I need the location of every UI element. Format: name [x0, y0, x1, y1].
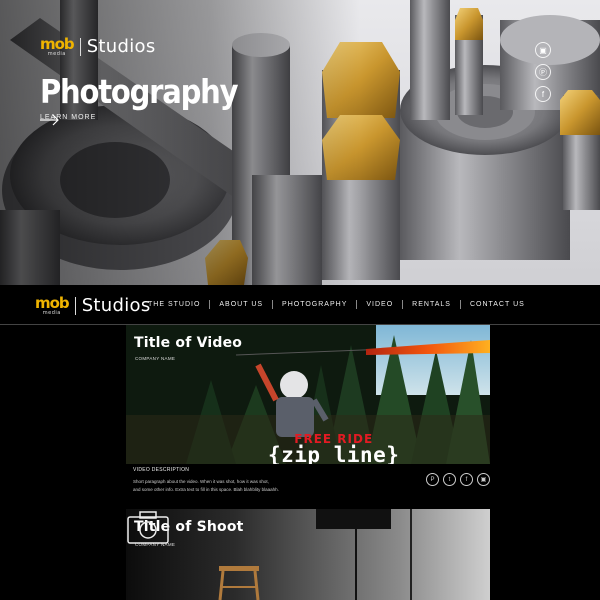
- video-description: VIDEO DESCRIPTION Short paragraph about …: [133, 467, 413, 494]
- video-description-line: and some other info. Extra text to fill …: [133, 487, 279, 492]
- nav-logo-mark-text: mob: [35, 293, 70, 312]
- hero-banner: mob media Studios Photography LEARN MORE…: [0, 0, 600, 285]
- nav-links: THE STUDIO ABOUT US PHOTOGRAPHY VIDEO RE…: [148, 300, 525, 309]
- logo-text: Studios: [86, 36, 156, 57]
- nav-link-rentals[interactable]: RENTALS: [412, 301, 451, 308]
- shoot-card[interactable]: Title of Shoot COMPANY NAME: [126, 509, 490, 600]
- main-nav: mob media Studios THE STUDIO ABOUT US PH…: [0, 285, 600, 325]
- video-card[interactable]: Title of Video COMPANY NAME FREE RIDE {z…: [126, 325, 490, 464]
- instagram-icon[interactable]: ▣: [535, 42, 551, 58]
- facebook-icon[interactable]: f: [460, 473, 473, 486]
- hero-title: Photography: [40, 72, 239, 111]
- camera-icon: [127, 511, 169, 544]
- video-description-label: VIDEO DESCRIPTION: [133, 467, 190, 473]
- logo-mark: mob media: [40, 34, 75, 57]
- nav-link-the-studio[interactable]: THE STUDIO: [148, 301, 200, 308]
- twitter-icon[interactable]: t: [443, 473, 456, 486]
- nav-link-video[interactable]: VIDEO: [366, 301, 393, 308]
- pinterest-icon[interactable]: P: [426, 473, 439, 486]
- video-company-name: COMPANY NAME: [135, 356, 176, 361]
- nav-logo-mark: mob media: [35, 293, 70, 316]
- nav-link-about-us[interactable]: ABOUT US: [219, 301, 263, 308]
- pinterest-icon[interactable]: Ⓟ: [535, 64, 551, 80]
- nav-separator: [402, 300, 404, 309]
- nav-separator: [209, 300, 211, 309]
- nav-link-contact-us[interactable]: CONTACT US: [470, 301, 525, 308]
- nav-separator: [272, 300, 274, 309]
- nav-logo-text: Studios: [81, 295, 151, 316]
- hero-logo[interactable]: mob media Studios: [40, 36, 156, 57]
- learn-more-link[interactable]: LEARN MORE: [40, 114, 96, 126]
- promo-main-text: {zip line}: [268, 443, 400, 465]
- logo-divider: [79, 37, 81, 56]
- nav-link-photography[interactable]: PHOTOGRAPHY: [282, 301, 347, 308]
- logo-mark-text: mob: [40, 34, 75, 53]
- zip-line-promo: FREE RIDE {zip line}: [268, 433, 399, 464]
- nav-logo[interactable]: mob media Studios: [35, 295, 151, 316]
- nav-logo-divider: [74, 296, 76, 315]
- hero-social-icons: ▣ Ⓟ f: [535, 42, 551, 102]
- facebook-icon[interactable]: f: [535, 86, 551, 102]
- video-description-line: Short paragraph about the video. When it…: [133, 479, 269, 484]
- arrow-right-icon: [40, 114, 59, 126]
- video-title: Title of Video: [134, 335, 243, 351]
- nav-separator: [356, 300, 358, 309]
- instagram-icon[interactable]: ▣: [477, 473, 490, 486]
- video-share-icons: P t f ▣: [426, 473, 490, 486]
- nav-separator: [459, 300, 461, 309]
